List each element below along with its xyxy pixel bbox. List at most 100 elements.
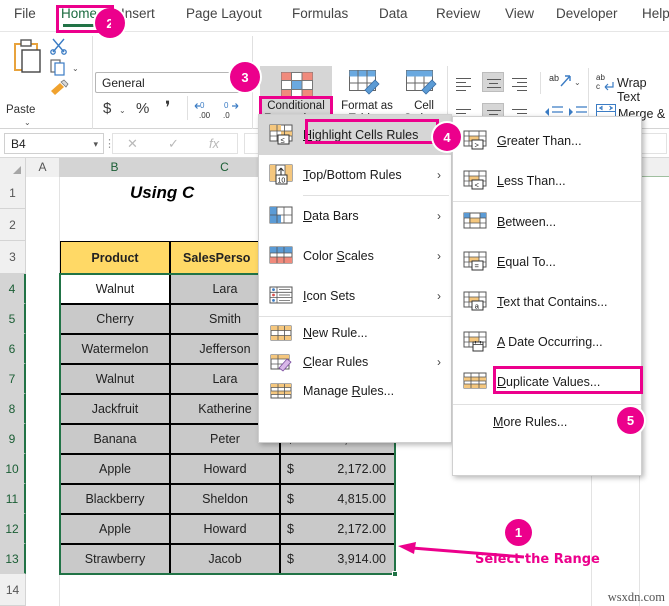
svg-text:≤: ≤ — [281, 136, 285, 145]
svg-text:10: 10 — [278, 178, 286, 185]
icon-sets-chevron-right-icon: › — [437, 289, 441, 303]
cancel-formula-icon[interactable]: ✕ — [127, 136, 138, 152]
insert-function-icon[interactable]: fx — [209, 136, 219, 151]
row-header-14[interactable]: 14 — [0, 574, 26, 606]
menu-item-icon-sets[interactable]: Icon Sets › — [259, 276, 451, 316]
wrap-text-icon[interactable]: ab c — [596, 72, 616, 92]
accounting-format-button[interactable]: $ — [103, 100, 111, 117]
tab-formulas[interactable]: Formulas — [288, 4, 352, 23]
submenu-separator-2 — [453, 404, 641, 405]
submenu-item-equal-to[interactable]: = Equal To... — [453, 242, 641, 282]
highlight-box-home-tab — [56, 5, 114, 33]
tab-page-layout[interactable]: Page Layout — [182, 4, 266, 23]
align-top-left-icon[interactable] — [456, 75, 473, 94]
menu-item-color-scales[interactable]: Color Scales › — [259, 236, 451, 276]
tab-help[interactable]: Help — [638, 4, 669, 23]
group-separator-1 — [92, 36, 93, 144]
icon-sets-icon — [269, 286, 293, 304]
row-header-13[interactable]: 13 — [0, 544, 26, 574]
align-top-center-icon[interactable] — [482, 72, 504, 92]
confirm-formula-icon[interactable]: ✓ — [168, 136, 179, 152]
menu-item-top-bottom-rules-label: Top/Bottom Rules — [303, 168, 402, 182]
row-header-10[interactable]: 10 — [0, 454, 26, 484]
menu-item-new-rule[interactable]: New Rule... — [259, 318, 451, 347]
accounting-chevron-down-icon[interactable]: ⌄ — [119, 106, 126, 115]
menu-item-top-bottom-rules[interactable]: 10 Top/Bottom Rules › — [259, 155, 451, 195]
tab-view-label: View — [505, 6, 535, 21]
svg-text:.00: .00 — [199, 111, 211, 120]
increase-decimal-icon[interactable]: 0 .00 — [194, 98, 218, 120]
column-header-a[interactable]: A — [26, 158, 60, 177]
highlight-cells-rules-submenu: > Greater Than... < Less Than... Between… — [452, 116, 643, 476]
selection-fill-handle[interactable] — [392, 571, 398, 577]
select-all-corner[interactable] — [0, 158, 26, 177]
submenu-item-more-rules[interactable]: More Rules... — [453, 407, 641, 436]
menu-item-clear-rules[interactable]: Clear Rules › — [259, 347, 451, 376]
submenu-item-greater-than[interactable]: > Greater Than... — [453, 121, 641, 161]
svg-text:c: c — [596, 82, 600, 91]
tab-developer[interactable]: Developer — [552, 4, 622, 23]
between-icon — [463, 212, 487, 229]
number-inner-separator — [187, 96, 188, 120]
submenu-item-a-date-occurring[interactable]: A Date Occurring... — [453, 322, 641, 362]
row-header-2[interactable]: 2 — [0, 209, 26, 241]
align-top-right-icon[interactable] — [512, 75, 529, 94]
paste-button-label[interactable]: Paste — [6, 104, 35, 116]
clear-rules-icon — [270, 354, 292, 372]
paste-chevron-down-icon[interactable]: ⌄ — [24, 118, 31, 127]
menu-item-color-scales-label: Color Scales — [303, 249, 374, 263]
conditional-formatting-menu: ≤ Highlight Cells Rules › 10 Top/Bottom … — [258, 114, 452, 443]
cell-b3-header-product[interactable]: Product — [60, 241, 170, 274]
comma-format-button[interactable]: ❜ — [165, 98, 170, 118]
tab-view[interactable]: View — [501, 4, 538, 23]
tab-help-label: Help — [642, 6, 669, 21]
orientation-chevron-down-icon[interactable]: ⌄ — [574, 78, 581, 87]
menu-separator-2 — [259, 316, 451, 317]
submenu-item-between[interactable]: Between... — [453, 202, 641, 242]
row-header-7[interactable]: 7 — [0, 364, 26, 394]
menu-item-manage-rules[interactable]: Manage Rules... — [259, 376, 451, 405]
tab-data[interactable]: Data — [375, 4, 412, 23]
wrap-text-label[interactable]: Wrap Text — [617, 76, 669, 104]
svg-text:<: < — [475, 181, 480, 190]
tab-file[interactable]: File — [10, 4, 40, 23]
svg-text:0: 0 — [200, 101, 205, 110]
svg-text:0: 0 — [224, 101, 229, 110]
copy-icon[interactable] — [50, 58, 68, 76]
row-header-9[interactable]: 9 — [0, 424, 26, 454]
decrease-decimal-icon[interactable]: 0 .0 — [220, 98, 244, 120]
a-date-occurring-icon — [463, 331, 487, 352]
percent-format-button[interactable]: % — [136, 100, 149, 117]
format-painter-icon[interactable] — [48, 79, 70, 97]
column-header-b[interactable]: B — [60, 158, 170, 177]
svg-text:.0: .0 — [223, 111, 230, 120]
svg-text:>: > — [475, 141, 480, 150]
svg-text:ab: ab — [549, 73, 559, 83]
cut-scissors-icon[interactable] — [50, 37, 68, 55]
row-header-4[interactable]: 4 — [0, 274, 26, 304]
row-header-6[interactable]: 6 — [0, 334, 26, 364]
orientation-icon[interactable]: ab — [549, 72, 573, 92]
submenu-item-less-than[interactable]: < Less Than... — [453, 161, 641, 201]
svg-text:=: = — [475, 262, 480, 271]
number-format-select[interactable]: General ⌄ — [95, 72, 243, 93]
format-as-table-label-1: Format as — [341, 100, 393, 112]
name-box-chevron-down-icon[interactable]: ▾ — [93, 139, 98, 150]
submenu-item-text-that-contains[interactable]: a Text that Contains... — [453, 282, 641, 322]
annotation-badge-3: 3 — [230, 62, 260, 92]
row-header-12[interactable]: 12 — [0, 514, 26, 544]
highlight-cells-rules-icon: ≤ — [269, 124, 293, 145]
menu-item-data-bars[interactable]: Data Bars › — [259, 196, 451, 236]
name-box[interactable]: B4 ▾ — [4, 133, 104, 154]
row-header-5[interactable]: 5 — [0, 304, 26, 334]
row-header-1[interactable]: 1 — [0, 177, 26, 209]
color-scales-chevron-right-icon: › — [437, 249, 441, 263]
submenu-item-equal-to-label: Equal To... — [497, 255, 556, 269]
tab-review[interactable]: Review — [432, 4, 484, 23]
copy-chevron-down-icon[interactable]: ⌄ — [72, 64, 79, 73]
row-header-3[interactable]: 3 — [0, 241, 26, 274]
paste-icon[interactable] — [12, 38, 48, 78]
row-header-11[interactable]: 11 — [0, 484, 26, 514]
new-rule-icon — [270, 325, 292, 340]
row-header-8[interactable]: 8 — [0, 394, 26, 424]
